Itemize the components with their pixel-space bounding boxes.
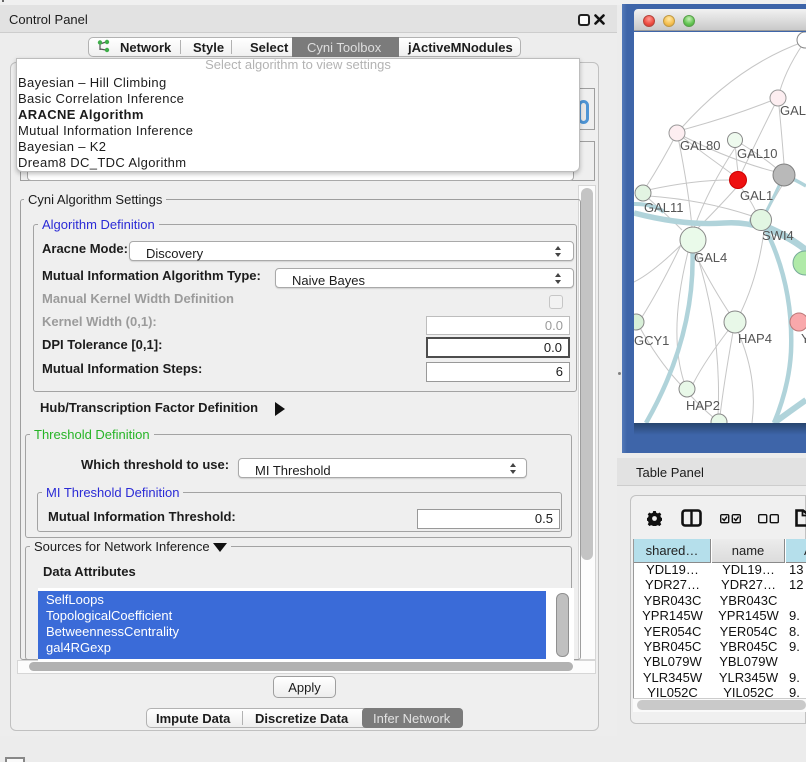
svg-text:GCY1: GCY1 [634,333,669,348]
svg-text:GAL10: GAL10 [737,146,777,161]
svg-text:HAP2: HAP2 [686,398,720,413]
svg-text:GAL4: GAL4 [694,250,727,265]
svg-text:GAL11: GAL11 [644,200,684,215]
svg-text:GAL1: GAL1 [740,188,773,203]
svg-text:SWI4: SWI4 [762,228,794,243]
svg-text:Y: Y [801,331,806,346]
svg-text:GAL80: GAL80 [680,138,720,153]
svg-text:GAL: GAL [780,103,806,118]
svg-text:HAP4: HAP4 [738,331,772,346]
